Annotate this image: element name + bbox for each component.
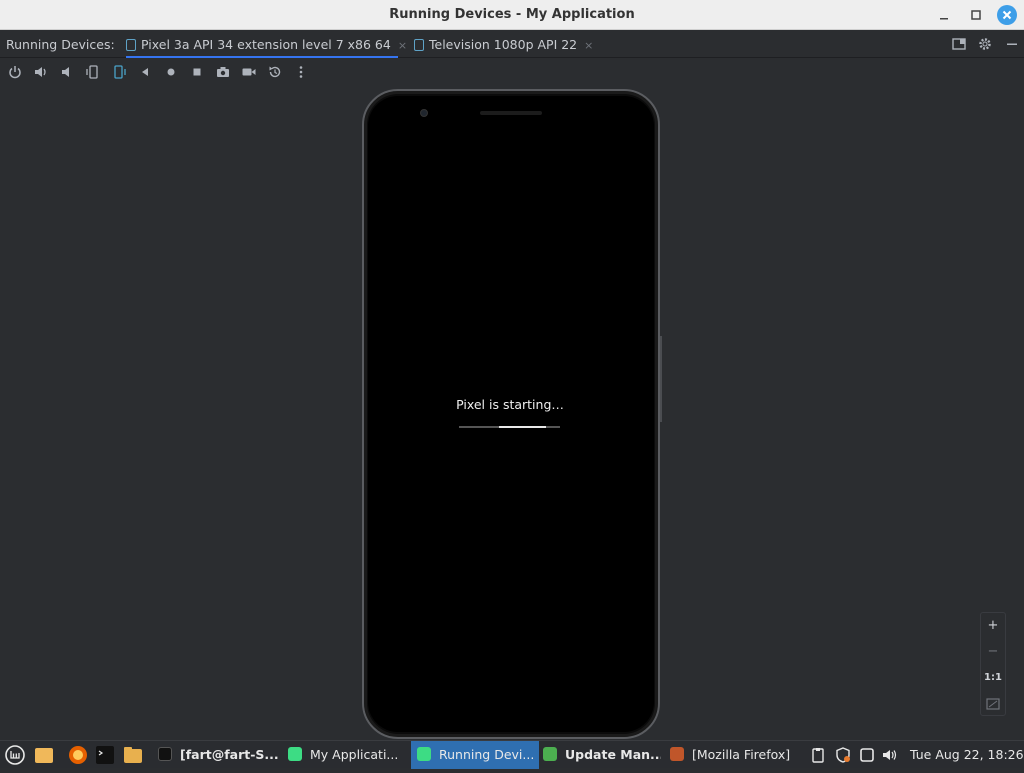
firefox-icon [670,747,684,761]
tab-pixel-3a[interactable]: Pixel 3a API 34 extension level 7 x86 64… [126,30,407,58]
earpiece-speaker [480,111,542,115]
volume-up-button[interactable] [33,64,49,80]
terminal-launcher[interactable] [94,744,116,766]
tab-close-button[interactable]: × [398,39,407,52]
tab-close-button[interactable]: × [584,39,593,52]
back-icon [142,68,148,76]
clock[interactable]: Tue Aug 22, 18:26 [910,747,1024,762]
volume-tray[interactable] [881,746,899,764]
task-terminal[interactable]: [fart@fart-S... [158,741,282,769]
zoom-out-button[interactable]: − [981,639,1005,665]
settings-button[interactable] [977,36,993,52]
close-icon [1002,10,1012,20]
volume-down-icon [62,67,69,77]
more-options-button[interactable] [293,64,309,80]
files-launcher[interactable] [33,744,55,766]
zoom-controls: + − 1:1 [980,612,1006,716]
phone-side-button [660,336,662,422]
window-icon [860,748,874,762]
maximize-button[interactable] [966,5,986,25]
overview-icon [193,68,201,76]
boot-progress-fill [499,426,546,428]
clipboard-tray[interactable] [809,746,827,764]
system-taskbar: [fart@fart-S... My Applicati... Running … [0,740,1024,769]
clipboard-icon [812,748,824,763]
fit-screen-icon [986,698,1000,710]
layout-toggle-button[interactable] [951,36,967,52]
volume-up-icon [35,67,46,77]
device-toolbar [0,58,1024,86]
screenshot-icon [217,67,229,77]
task-running-devices[interactable]: Running Devi... [411,741,539,769]
running-devices-tabbar: Running Devices: Pixel 3a API 34 extensi… [0,30,1024,58]
power-icon [9,66,21,79]
task-label: Running Devi... [439,747,535,762]
task-update-manager[interactable]: Update Man... [543,741,661,769]
android-studio-icon [288,747,302,761]
more-options-icon [299,66,303,78]
folder-icon [35,748,53,763]
screenshot-button[interactable] [215,64,231,80]
power-button[interactable] [7,64,23,80]
screen-record-button[interactable] [241,64,257,80]
fit-screen-button[interactable] [981,691,1005,717]
folder-launcher[interactable] [122,744,144,766]
rotate-right-button[interactable] [111,64,127,80]
front-camera [420,109,428,117]
tab-label: Pixel 3a API 34 extension level 7 x86 64 [141,37,391,52]
window-list-tray[interactable] [858,746,876,764]
minimize-icon [940,18,948,20]
snapshot-restore-icon [269,66,281,78]
terminal-icon [96,746,114,764]
window-title: Running Devices - My Application [389,7,635,22]
boot-progress-bar [459,426,560,428]
screen-record-icon [242,68,256,76]
snapshot-restore-button[interactable] [267,64,283,80]
task-label: My Applicati... [310,747,399,762]
back-button[interactable] [137,64,153,80]
task-my-application[interactable]: My Applicati... [288,741,406,769]
window-titlebar: Running Devices - My Application [0,0,1024,30]
layout-icon [952,38,966,50]
zoom-in-button[interactable]: + [981,613,1005,639]
gear-icon [979,38,991,50]
terminal-icon [158,747,172,761]
close-button[interactable] [997,5,1017,25]
rotate-left-button[interactable] [85,64,101,80]
actual-size-button[interactable]: 1:1 [981,665,1005,691]
task-label: Update Man... [565,747,661,762]
android-studio-icon [417,747,431,761]
update-manager-icon [543,747,557,761]
overview-button[interactable] [189,64,205,80]
phone-screen[interactable] [368,96,654,732]
running-devices-label: Running Devices: [6,37,115,52]
minimize-button[interactable] [934,5,954,25]
folder-icon [124,747,142,763]
update-shield-tray[interactable] [834,746,852,764]
home-icon [167,68,175,76]
tab-television[interactable]: Television 1080p API 22 × [414,30,593,58]
minus-icon [1007,43,1017,45]
firefox-icon [69,746,87,764]
firefox-launcher[interactable] [67,744,89,766]
phone-device-icon [126,39,136,51]
device-display-area[interactable]: Pixel is starting… + − 1:1 [0,86,1024,740]
task-label: [fart@fart-S... [180,747,279,762]
mint-menu-icon [5,745,25,765]
tv-device-icon [414,39,424,51]
task-label: [Mozilla Firefox] [692,747,791,762]
rotate-right-icon [114,65,126,79]
volume-icon [883,750,897,760]
menu-button[interactable] [4,744,26,766]
home-button[interactable] [163,64,179,80]
volume-down-button[interactable] [59,64,75,80]
tab-label: Television 1080p API 22 [429,37,578,52]
shield-icon [836,747,850,763]
boot-status-text: Pixel is starting… [456,397,564,412]
maximize-icon [971,10,981,20]
hide-panel-button[interactable] [1004,36,1020,52]
task-firefox[interactable]: [Mozilla Firefox] [670,741,800,769]
rotate-left-icon [86,65,98,79]
